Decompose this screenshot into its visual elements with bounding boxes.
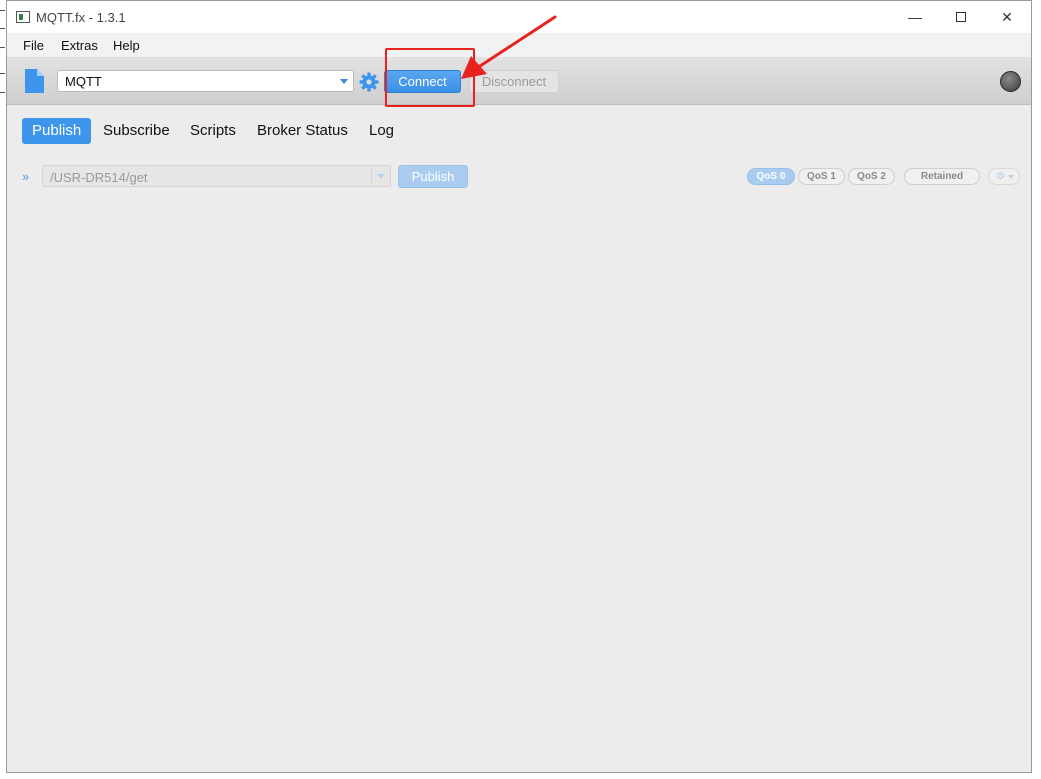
gear-icon: ⚙	[996, 171, 1005, 182]
chevron-down-icon	[340, 79, 348, 84]
profile-value: MQTT	[65, 74, 102, 89]
publish-options-button[interactable]: ⚙	[988, 168, 1020, 185]
screenshot: MQTT.fx - 1.3.1 — ✕ File Extras Help MQT…	[0, 0, 1041, 779]
connection-profile-select[interactable]: MQTT	[57, 70, 354, 92]
maximize-button[interactable]	[941, 5, 981, 29]
tab-subscribe[interactable]: Subscribe	[103, 118, 170, 144]
tab-publish[interactable]: Publish	[22, 118, 92, 144]
chevron-down-icon	[1008, 175, 1014, 179]
tab-log[interactable]: Log	[369, 118, 394, 144]
window-title: MQTT.fx - 1.3.1	[36, 10, 126, 25]
maximize-icon	[956, 12, 966, 22]
topic-input[interactable]	[42, 165, 391, 187]
app-window: MQTT.fx - 1.3.1 — ✕ File Extras Help MQT…	[6, 0, 1032, 773]
document-icon[interactable]	[25, 69, 44, 93]
app-icon	[16, 11, 30, 23]
chevron-down-icon	[377, 174, 385, 179]
gear-icon[interactable]	[359, 72, 379, 92]
close-button[interactable]: ✕	[987, 5, 1027, 29]
connection-status-indicator	[1000, 71, 1021, 92]
publish-button[interactable]: Publish	[398, 165, 468, 188]
expand-icon[interactable]: »	[22, 169, 29, 184]
menu-help[interactable]: Help	[113, 38, 140, 53]
menu-extras[interactable]: Extras	[61, 38, 98, 53]
retained-toggle[interactable]: Retained	[904, 168, 980, 185]
qos-1-button[interactable]: QoS 1	[798, 168, 845, 185]
menu-file[interactable]: File	[23, 38, 44, 53]
qos-2-button[interactable]: QoS 2	[848, 168, 895, 185]
close-icon: ✕	[1001, 9, 1013, 25]
tab-scripts[interactable]: Scripts	[190, 118, 236, 144]
minimize-icon: —	[908, 9, 922, 25]
publish-bar: » Publish QoS 0 QoS 1 QoS 2 Retained ⚙	[7, 165, 1031, 189]
qos-0-button[interactable]: QoS 0	[747, 168, 795, 185]
topic-dropdown-button[interactable]	[371, 166, 390, 186]
annotation-arrow-icon	[461, 15, 557, 79]
minimize-button[interactable]: —	[895, 5, 935, 29]
tab-broker-status[interactable]: Broker Status	[257, 118, 348, 144]
